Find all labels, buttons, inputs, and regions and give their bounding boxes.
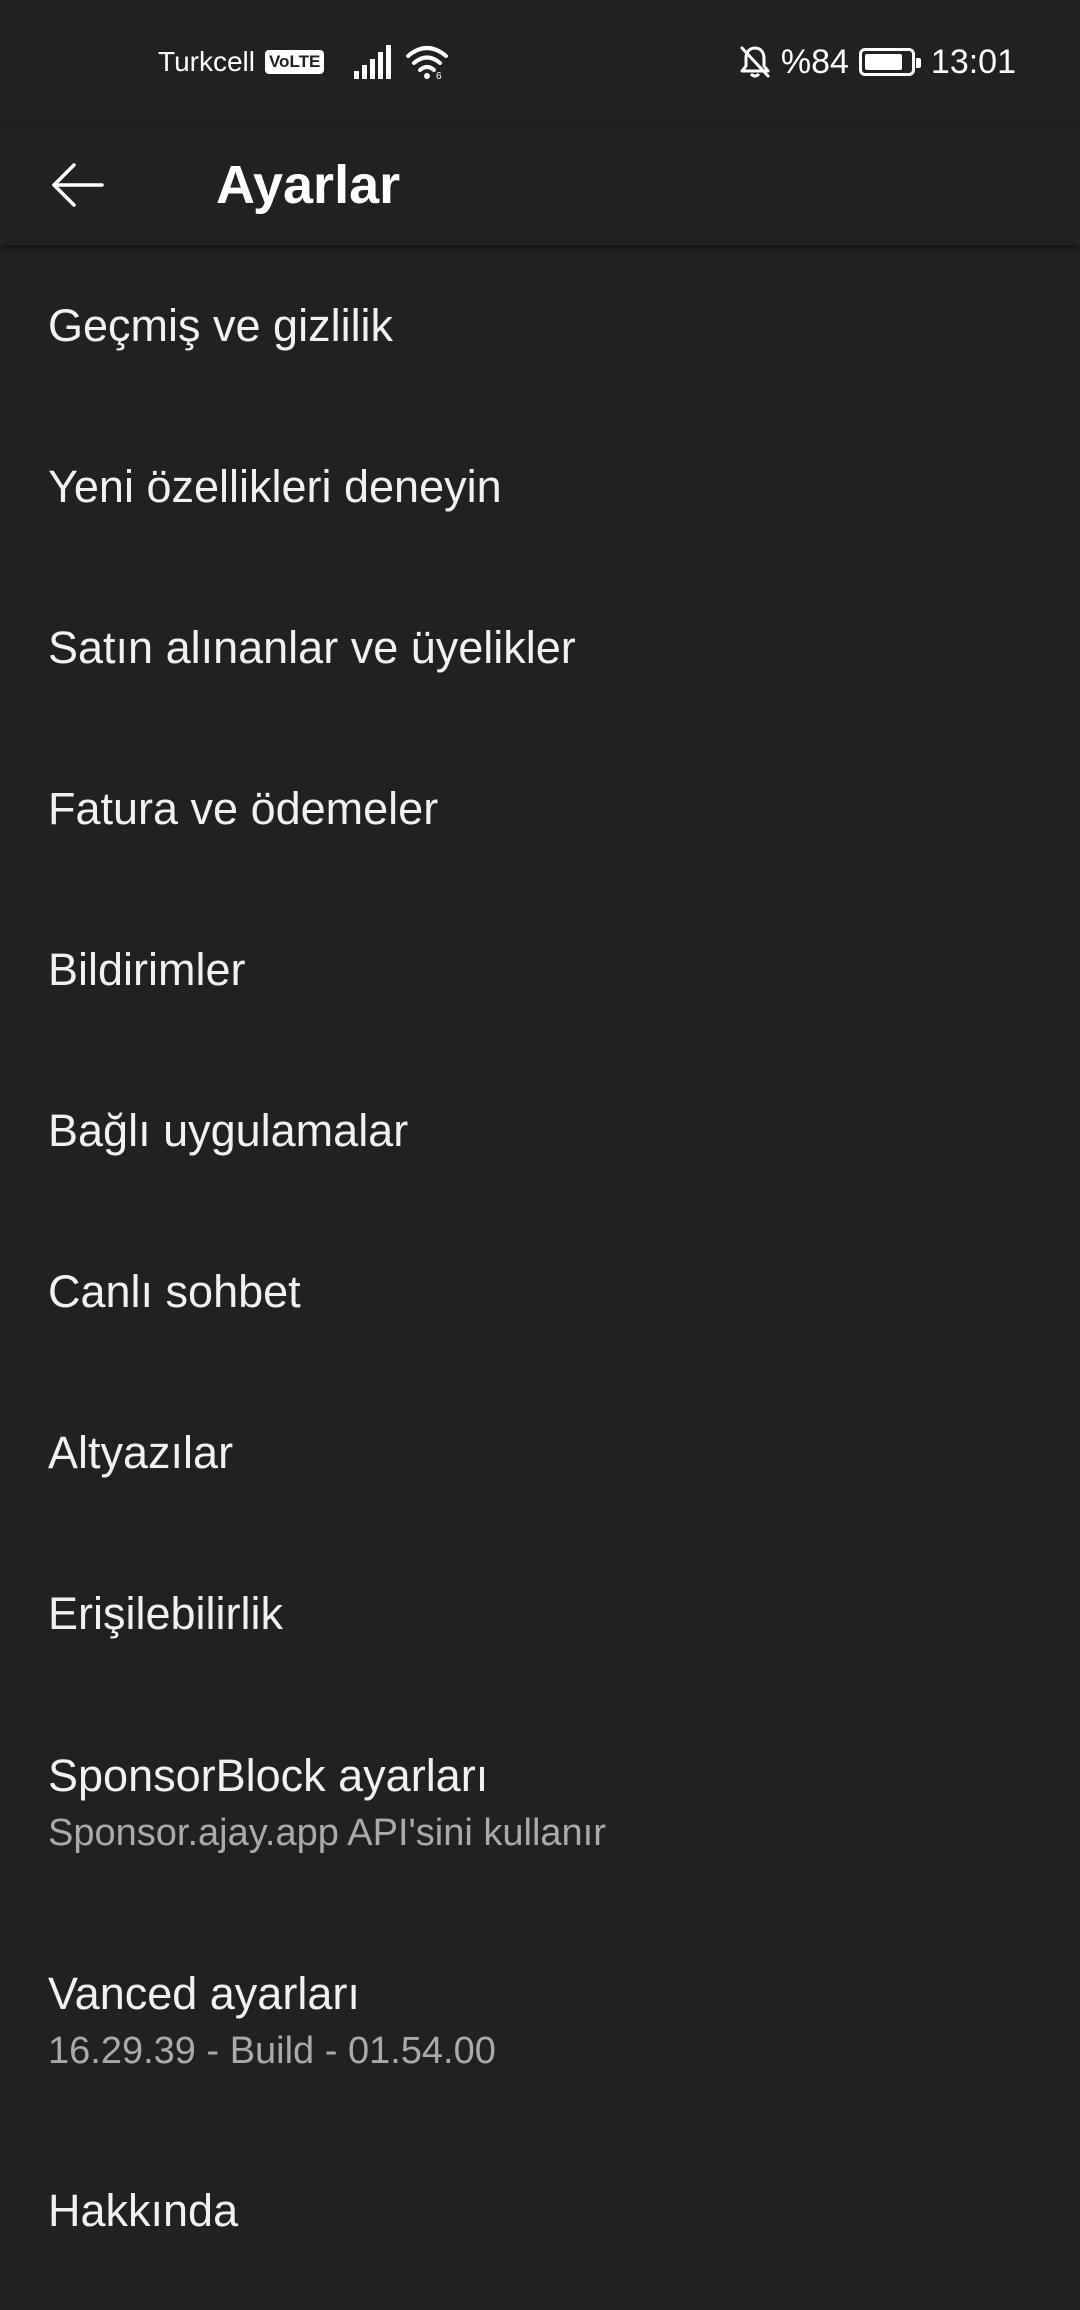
status-bar: Turkcell VoLTE 6 %84 13:01 [0, 0, 1080, 125]
settings-item-captions[interactable]: Altyazılar [0, 1372, 1080, 1533]
settings-list: Geçmiş ve gizlilik Yeni özellikleri dene… [0, 245, 1080, 2291]
settings-item-connected-apps[interactable]: Bağlı uygulamalar [0, 1050, 1080, 1211]
clock: 13:01 [930, 42, 1016, 81]
battery-percent: %84 [780, 42, 849, 81]
settings-item-title: Hakkında [48, 2184, 239, 2236]
bell-off-icon [739, 45, 771, 79]
status-right: %84 13:01 [739, 40, 1016, 84]
settings-item-subtitle: Sponsor.ajay.app API'sini kullanır [48, 1812, 606, 1854]
arrow-back-icon [52, 163, 104, 207]
battery-fill [864, 54, 902, 70]
settings-item-title: SponsorBlock ayarları [48, 1750, 489, 1801]
volte-badge: VoLTE [264, 50, 325, 74]
settings-item-purchases[interactable]: Satın alınanlar ve üyelikler [0, 567, 1080, 728]
settings-item-try-features[interactable]: Yeni özellikleri deneyin [0, 406, 1080, 567]
settings-item-sponsorblock[interactable]: SponsorBlock ayarları Sponsor.ajay.app A… [0, 1694, 1080, 1912]
settings-item-title: Canlı sohbet [48, 1265, 301, 1317]
svg-text:6: 6 [436, 71, 442, 79]
settings-item-subtitle: 16.29.39 - Build - 01.54.00 [48, 2030, 496, 2072]
settings-item-title: Bağlı uygulamalar [48, 1104, 409, 1156]
settings-item-live-chat[interactable]: Canlı sohbet [0, 1211, 1080, 1372]
page-title: Ayarlar [216, 155, 401, 215]
settings-item-billing[interactable]: Fatura ve ödemeler [0, 728, 1080, 889]
battery-tip [915, 58, 921, 68]
battery-icon [858, 48, 921, 76]
settings-item-title: Geçmiş ve gizlilik [48, 299, 394, 351]
settings-item-about[interactable]: Hakkında [0, 2130, 1080, 2291]
settings-item-title: Vanced ayarları [48, 1968, 360, 2019]
settings-item-title: Satın alınanlar ve üyelikler [48, 621, 576, 673]
settings-item-accessibility[interactable]: Erişilebilirlik [0, 1533, 1080, 1694]
settings-item-title: Yeni özellikleri deneyin [48, 460, 502, 512]
settings-item-title: Fatura ve ödemeler [48, 782, 439, 834]
settings-item-vanced[interactable]: Vanced ayarları 16.29.39 - Build - 01.54… [0, 1912, 1080, 2130]
app-bar: Ayarlar [0, 125, 1080, 245]
settings-item-title: Erişilebilirlik [48, 1587, 284, 1639]
settings-item-notifications[interactable]: Bildirimler [0, 889, 1080, 1050]
wifi-icon: 6 [406, 45, 449, 79]
status-left: Turkcell VoLTE 6 [158, 42, 449, 82]
settings-item-title: Altyazılar [48, 1426, 234, 1478]
settings-item-history-privacy[interactable]: Geçmiş ve gizlilik [0, 245, 1080, 406]
settings-item-title: Bildirimler [48, 943, 246, 995]
signal-icon [354, 45, 392, 79]
back-button[interactable] [40, 147, 116, 223]
carrier-name: Turkcell [158, 46, 255, 77]
